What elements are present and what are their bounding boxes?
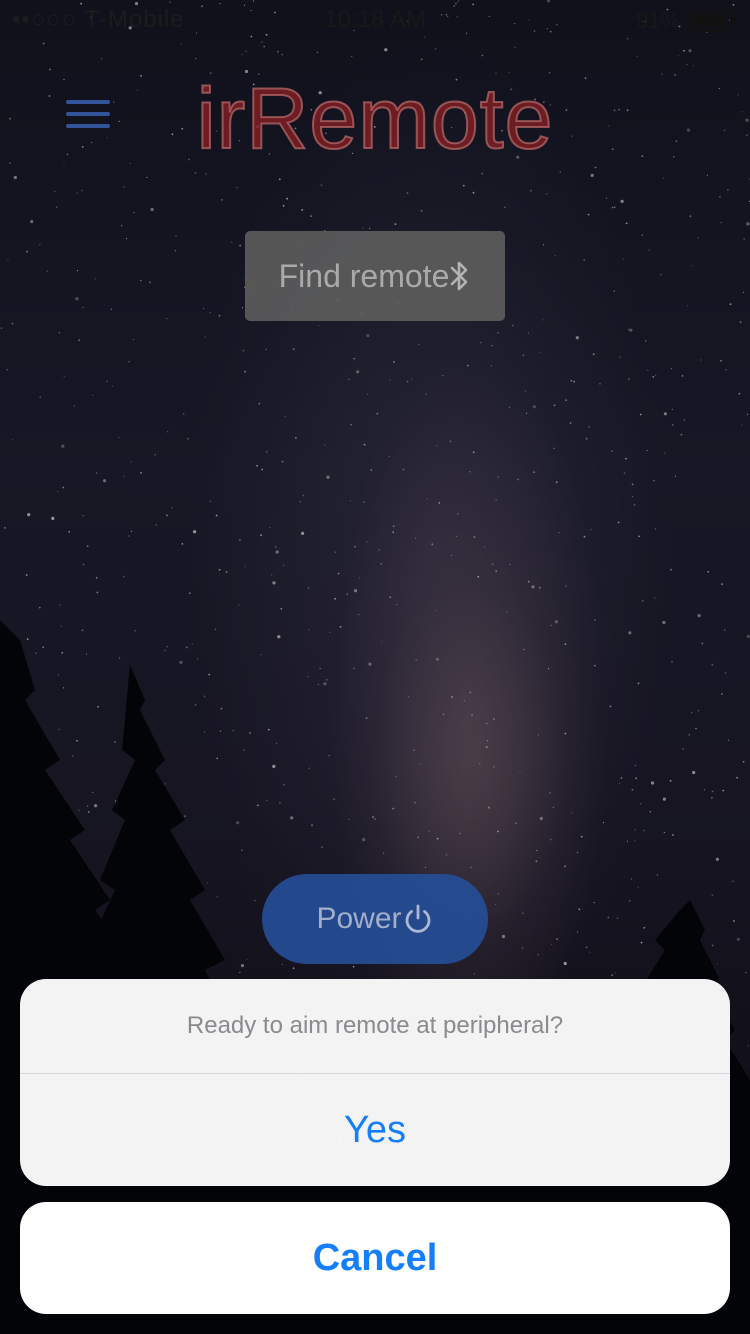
cancel-button[interactable]: Cancel — [20, 1202, 730, 1314]
bluetooth-icon — [451, 261, 468, 291]
find-remote-label: Find remote — [278, 257, 450, 294]
app-screen: ••○○○ T-Mobile 10:18 AM 91% irRemote Fin… — [0, 0, 750, 1334]
battery-icon — [688, 10, 736, 32]
action-sheet: Ready to aim remote at peripheral? Yes — [20, 979, 730, 1186]
power-icon — [405, 904, 430, 933]
power-button[interactable]: Power — [262, 874, 488, 964]
status-bar: ••○○○ T-Mobile 10:18 AM 91% — [0, 0, 750, 40]
action-sheet-message: Ready to aim remote at peripheral? — [20, 979, 730, 1074]
app-title: irRemote — [196, 70, 554, 168]
yes-button[interactable]: Yes — [20, 1074, 730, 1186]
find-remote-button[interactable]: Find remote — [245, 231, 505, 321]
battery-indicator: 91% — [635, 8, 736, 34]
power-label: Power — [316, 902, 402, 935]
battery-percent: 91% — [635, 8, 680, 33]
